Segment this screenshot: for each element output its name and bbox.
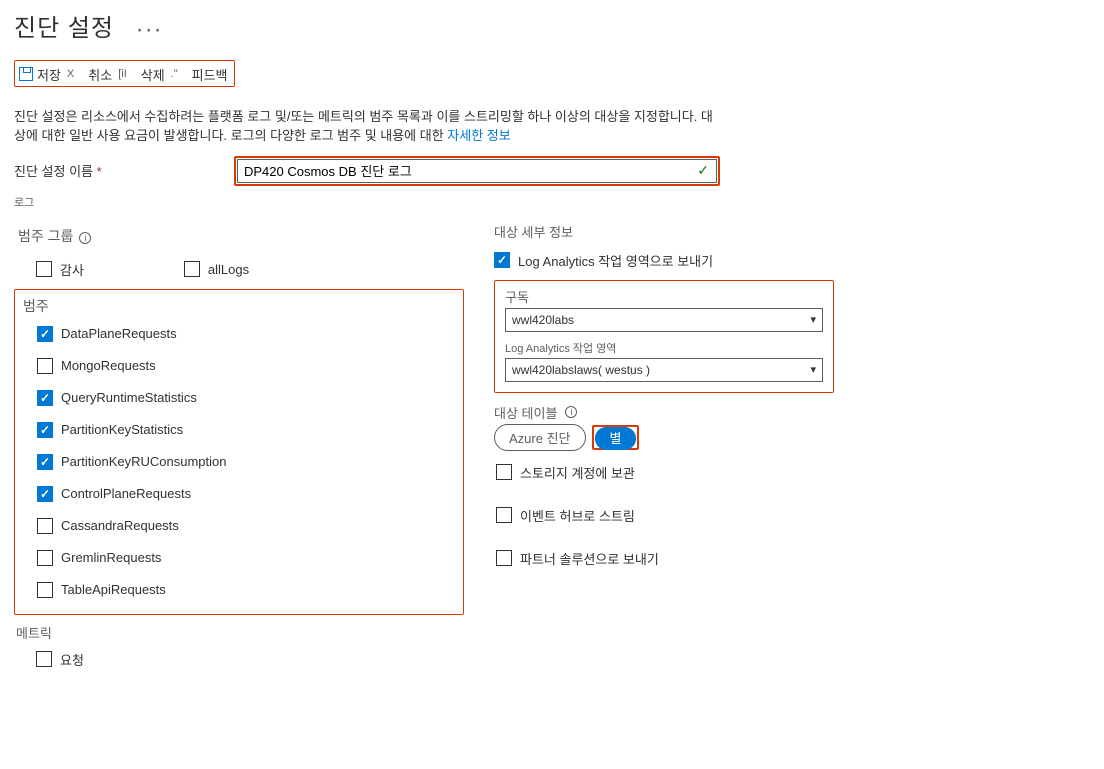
subscription-label: 구독 [505, 287, 823, 306]
feedback-icon: ." [171, 68, 178, 80]
save-label: 저장 [37, 65, 61, 84]
dataplanerequests-checkbox[interactable] [37, 326, 53, 342]
category-label: PartitionKeyRUConsumption [61, 454, 226, 469]
controlplanerequests-checkbox[interactable] [37, 486, 53, 502]
workspace-value: wwl420labslaws( westus ) [512, 363, 650, 377]
category-label: PartitionKeyStatistics [61, 422, 183, 437]
check-icon: ✓ [697, 162, 709, 179]
gremlinrequests-checkbox[interactable] [37, 550, 53, 566]
delete-label: 삭제 [141, 65, 165, 84]
info-icon[interactable]: i [565, 406, 577, 418]
audit-label: 감사 [60, 260, 84, 279]
save-icon [19, 67, 33, 81]
subscription-value: wwl420labs [512, 313, 574, 327]
alllogs-label: allLogs [208, 262, 249, 277]
category-label: QueryRuntimeStatistics [61, 390, 197, 405]
category-group-heading: 범주 그룹 i [18, 226, 464, 246]
info-icon[interactable]: i [79, 232, 91, 244]
destination-details-heading: 대상 세부 정보 [494, 222, 834, 241]
category-label: DataPlaneRequests [61, 326, 177, 341]
chevron-down-icon: ▾ [810, 363, 816, 376]
storage-checkbox[interactable] [496, 464, 512, 480]
resource-specific-pill[interactable]: 별 [595, 427, 637, 450]
destination-table-label: 대상 테이블 [494, 403, 557, 422]
partitionkeystatistics-checkbox[interactable] [37, 422, 53, 438]
category-label: ControlPlaneRequests [61, 486, 191, 501]
queryruntimestatistics-checkbox[interactable] [37, 390, 53, 406]
cancel-button[interactable]: 취소 [iI [88, 65, 126, 84]
mongorequests-checkbox[interactable] [37, 358, 53, 374]
partner-checkbox[interactable] [496, 550, 512, 566]
chevron-down-icon: ▾ [810, 313, 816, 326]
storage-label: 스토리지 계정에 보관 [520, 463, 635, 482]
categories-heading: 범주 [15, 292, 463, 318]
learn-more-link[interactable]: 자세한 정보 [447, 128, 510, 143]
log-analytics-label: Log Analytics 작업 영역으로 보내기 [518, 251, 713, 270]
partner-label: 파트너 솔루션으로 보내기 [520, 549, 659, 568]
setting-name-label: 진단 설정 이름 * [14, 161, 234, 180]
feedback-button[interactable]: 피드백 [192, 65, 228, 84]
more-icon[interactable]: ··· [136, 16, 163, 43]
category-label: MongoRequests [61, 358, 156, 373]
alllogs-checkbox[interactable] [184, 261, 200, 277]
save-button[interactable]: 저장 X [19, 65, 74, 84]
partitionkeyruconsumption-checkbox[interactable] [37, 454, 53, 470]
category-label: CassandraRequests [61, 518, 179, 533]
x-icon: X [67, 68, 74, 80]
setting-name-input[interactable] [237, 159, 717, 183]
cassandrarequests-checkbox[interactable] [37, 518, 53, 534]
metric-label: 요청 [60, 650, 84, 669]
page-title: 진단 설정 ··· [14, 8, 1090, 44]
tableapirequests-checkbox[interactable] [37, 582, 53, 598]
subscription-select[interactable]: wwl420labs ▾ [505, 308, 823, 332]
workspace-select[interactable]: wwl420labslaws( westus ) ▾ [505, 358, 823, 382]
category-label: TableApiRequests [61, 582, 166, 597]
workspace-label: Log Analytics 작업 영역 [505, 340, 823, 356]
category-label: GremlinRequests [61, 550, 161, 565]
log-analytics-checkbox[interactable] [494, 252, 510, 268]
eventhub-label: 이벤트 허브로 스트림 [520, 506, 635, 525]
delete-button[interactable]: 삭제 ." [141, 65, 178, 84]
audit-checkbox[interactable] [36, 261, 52, 277]
azure-diagnostics-pill[interactable]: Azure 진단 [494, 424, 586, 451]
trash-icon: [iI [118, 68, 127, 80]
cancel-label: 취소 [88, 65, 112, 84]
description-text: 진단 설정은 리소스에서 수집하려는 플랫폼 로그 및/또는 메트릭의 범주 목… [14, 107, 714, 146]
logs-section-label: 로그 [14, 194, 1090, 210]
requests-metric-checkbox[interactable] [36, 651, 52, 667]
eventhub-checkbox[interactable] [496, 507, 512, 523]
metrics-heading: 메트릭 [14, 623, 464, 642]
